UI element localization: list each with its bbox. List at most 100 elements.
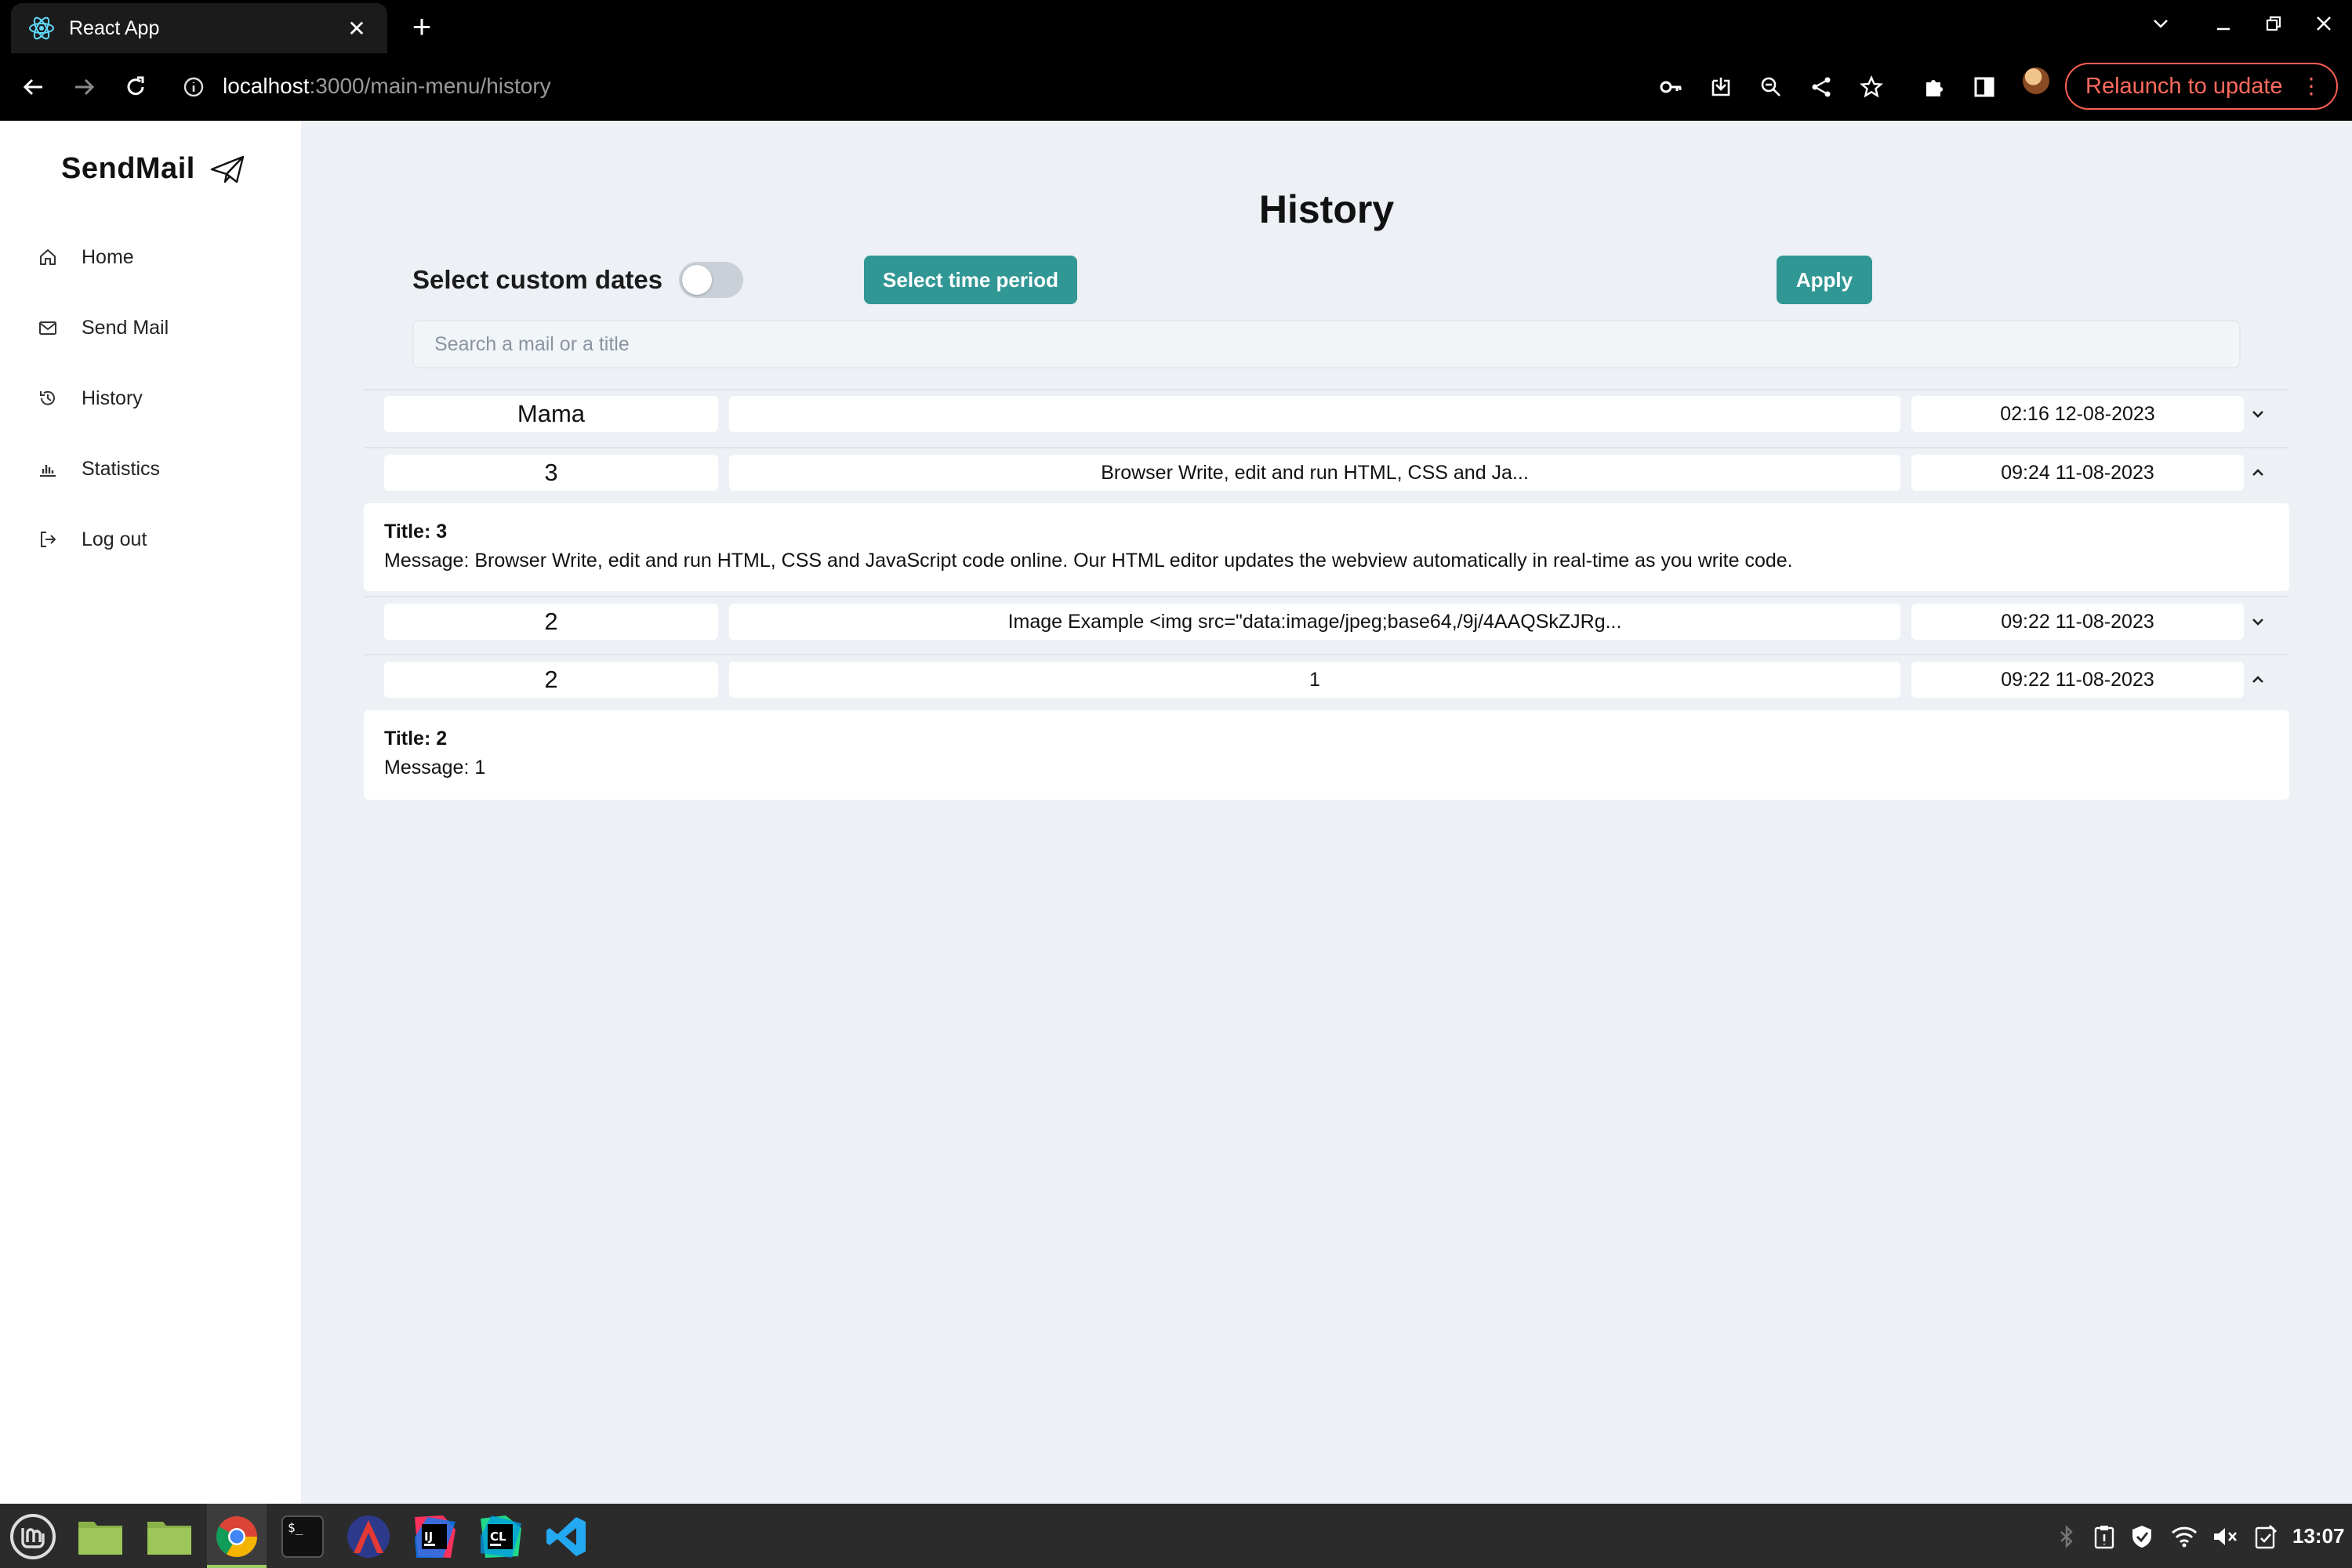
svg-text:IJ: IJ bbox=[424, 1530, 433, 1544]
sidebar-item-statistics[interactable]: Statistics bbox=[38, 447, 289, 491]
wifi-icon[interactable] bbox=[2170, 1523, 2198, 1551]
minimize-button[interactable] bbox=[2208, 11, 2239, 42]
clipboard-icon[interactable] bbox=[2090, 1523, 2118, 1551]
folder-icon[interactable] bbox=[144, 1512, 194, 1562]
svg-text:$_: $_ bbox=[288, 1520, 303, 1535]
row-title-cell[interactable]: 2 bbox=[384, 662, 718, 698]
detail-message: Message: Browser Write, edit and run HTM… bbox=[384, 550, 1793, 572]
browser-tab[interactable]: React App ✕ bbox=[11, 3, 387, 53]
chevron-down-icon[interactable] bbox=[2247, 403, 2269, 425]
row-divider bbox=[364, 447, 2289, 448]
reload-button[interactable] bbox=[118, 69, 154, 105]
row-detail-panel: Title: 3 Message: Browser Write, edit an… bbox=[364, 503, 2289, 591]
row-divider bbox=[364, 654, 2289, 655]
row-date-cell[interactable]: 09:22 11-08-2023 bbox=[1911, 604, 2244, 640]
row-message-cell[interactable]: 1 bbox=[729, 662, 1900, 698]
brand: SendMail bbox=[61, 152, 245, 186]
row-title-cell[interactable]: 2 bbox=[384, 604, 718, 640]
site-info-icon[interactable] bbox=[182, 75, 205, 99]
share-icon[interactable] bbox=[1805, 71, 1838, 103]
bar-chart-icon bbox=[40, 465, 56, 477]
restore-button[interactable] bbox=[2258, 11, 2289, 42]
url-host: localhost bbox=[223, 74, 310, 98]
row-detail-panel: Title: 2 Message: 1 bbox=[364, 710, 2289, 800]
key-icon[interactable] bbox=[1654, 71, 1687, 103]
row-title-cell[interactable]: Mama bbox=[384, 396, 718, 432]
intellij-icon[interactable]: IJ bbox=[409, 1512, 459, 1562]
search-input[interactable] bbox=[412, 320, 2241, 368]
extensions-icon[interactable] bbox=[1918, 71, 1951, 103]
relaunch-to-update-button[interactable]: Relaunch to update ⋮ bbox=[2065, 63, 2338, 110]
shield-icon[interactable] bbox=[2128, 1523, 2156, 1551]
menu-dots-icon: ⋮ bbox=[2300, 74, 2322, 98]
apply-button[interactable]: Apply bbox=[1777, 256, 1872, 304]
chevron-up-icon[interactable] bbox=[2247, 462, 2269, 484]
sidebar-item-history[interactable]: History bbox=[38, 376, 289, 420]
vscode-icon[interactable] bbox=[541, 1512, 591, 1562]
chevron-down-icon[interactable] bbox=[2247, 611, 2269, 633]
install-app-icon[interactable] bbox=[1704, 71, 1737, 103]
files-icon[interactable] bbox=[75, 1512, 125, 1562]
sidebar-item-label: History bbox=[82, 387, 143, 409]
row-date-cell[interactable]: 09:22 11-08-2023 bbox=[1911, 662, 2244, 698]
chrome-icon[interactable] bbox=[212, 1512, 262, 1562]
relaunch-label: Relaunch to update bbox=[2085, 73, 2283, 99]
mail-icon bbox=[39, 321, 56, 335]
code-app-icon[interactable] bbox=[343, 1512, 394, 1562]
sidebar-item-label: Send Mail bbox=[82, 316, 169, 339]
bookmark-star-icon[interactable] bbox=[1855, 71, 1888, 103]
sidebar: SendMail Home Send Mail History Statisti… bbox=[0, 121, 301, 1504]
close-tab-icon[interactable]: ✕ bbox=[343, 16, 370, 42]
row-date-cell[interactable]: 02:16 12-08-2023 bbox=[1911, 396, 2244, 432]
chevron-up-icon[interactable] bbox=[2247, 669, 2269, 691]
back-button[interactable] bbox=[16, 69, 52, 105]
new-tab-button[interactable]: + bbox=[405, 9, 439, 44]
sidebar-item-label: Home bbox=[82, 245, 134, 268]
side-panel-icon[interactable] bbox=[1968, 71, 2001, 103]
detail-message: Message: 1 bbox=[384, 757, 486, 779]
row-message-cell[interactable]: Browser Write, edit and run HTML, CSS an… bbox=[729, 455, 1900, 491]
detail-title: Title: 3 bbox=[384, 521, 448, 543]
browser-toolbar: localhost:3000/main-menu/history Relaunc… bbox=[0, 53, 2352, 121]
row-message-cell[interactable] bbox=[729, 396, 1900, 432]
mint-menu-icon[interactable] bbox=[8, 1512, 58, 1562]
tab-search-chevron-icon[interactable] bbox=[2145, 11, 2176, 42]
detail-title: Title: 2 bbox=[384, 728, 448, 750]
close-window-button[interactable] bbox=[2308, 11, 2339, 42]
os-taskbar: $_ IJ CL 13:07 bbox=[0, 1504, 2352, 1568]
history-icon bbox=[40, 390, 55, 405]
volume-icon[interactable] bbox=[2211, 1523, 2239, 1551]
home-icon bbox=[40, 249, 56, 265]
system-clock[interactable]: 13:07 bbox=[2292, 1524, 2345, 1548]
row-message-cell[interactable]: Image Example <img src="data:image/jpeg;… bbox=[729, 604, 1900, 640]
update-manager-icon[interactable] bbox=[2252, 1523, 2280, 1551]
row-title-cell[interactable]: 3 bbox=[384, 455, 718, 491]
custom-dates-toggle[interactable] bbox=[679, 262, 743, 298]
browser-tab-bar: React App ✕ + bbox=[0, 0, 2352, 53]
row-divider bbox=[364, 389, 2289, 390]
paper-plane-icon bbox=[210, 155, 245, 183]
profile-avatar[interactable] bbox=[2023, 67, 2049, 94]
page-title: History bbox=[1258, 187, 1395, 231]
terminal-icon[interactable]: $_ bbox=[278, 1512, 328, 1562]
row-divider bbox=[364, 596, 2289, 597]
toggle-knob bbox=[682, 265, 712, 295]
bluetooth-icon[interactable] bbox=[2053, 1523, 2081, 1551]
brand-name: SendMail bbox=[61, 152, 195, 185]
svg-text:CL: CL bbox=[490, 1530, 506, 1544]
select-time-period-button[interactable]: Select time period bbox=[864, 256, 1077, 304]
row-date-cell[interactable]: 09:24 11-08-2023 bbox=[1911, 455, 2244, 491]
address-bar[interactable]: localhost:3000/main-menu/history bbox=[223, 74, 551, 99]
sidebar-item-log-out[interactable]: Log out bbox=[38, 517, 289, 561]
clion-icon[interactable]: CL bbox=[475, 1512, 525, 1562]
sidebar-item-home[interactable]: Home bbox=[38, 235, 289, 279]
react-icon bbox=[28, 15, 55, 42]
sidebar-item-label: Statistics bbox=[82, 457, 161, 480]
logout-icon bbox=[41, 532, 56, 547]
sidebar-item-label: Log out bbox=[82, 528, 147, 550]
custom-dates-label: Select custom dates bbox=[412, 265, 663, 294]
sidebar-item-send-mail[interactable]: Send Mail bbox=[38, 306, 289, 350]
zoom-icon[interactable] bbox=[1755, 71, 1788, 103]
url-path: :3000/main-menu/history bbox=[309, 74, 551, 98]
forward-button[interactable] bbox=[66, 69, 102, 105]
